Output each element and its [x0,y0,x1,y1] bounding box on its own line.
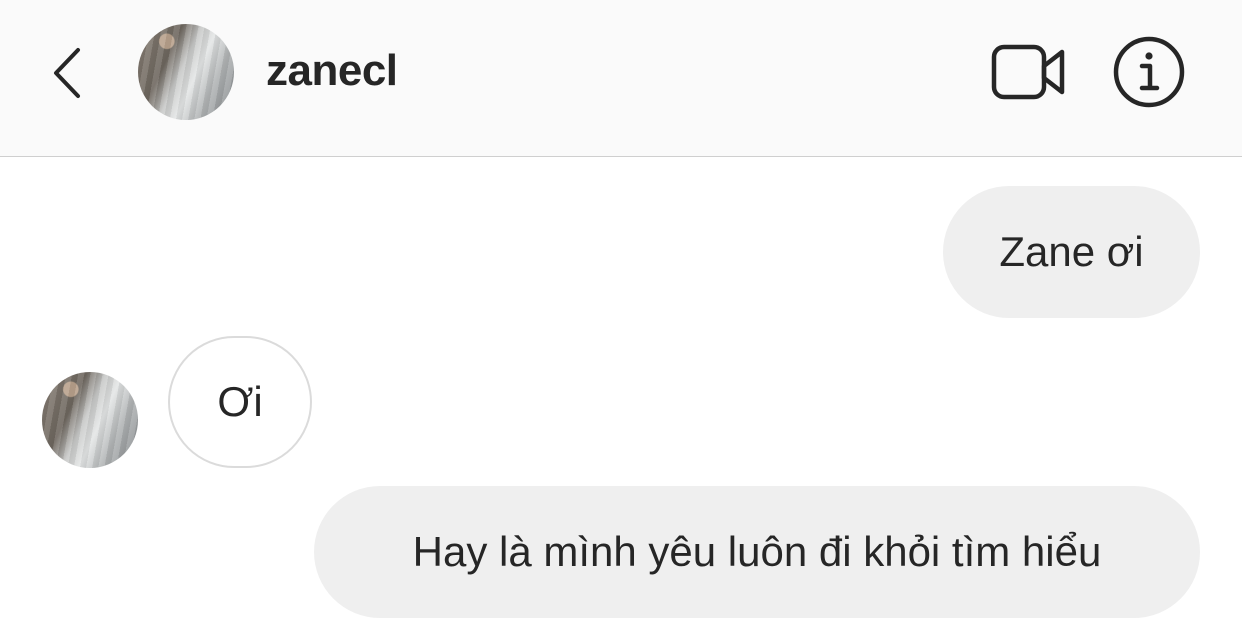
info-icon [1113,36,1185,108]
chevron-left-icon [54,48,80,98]
sender-avatar[interactable] [42,372,138,468]
avatar[interactable] [138,24,234,120]
outgoing-message[interactable]: Zane ơi [943,186,1200,318]
info-button[interactable] [1112,35,1186,109]
outgoing-message[interactable]: Hay là mình yêu luôn đi khỏi tìm hiểu [314,486,1200,618]
video-call-button[interactable] [990,42,1068,102]
message-text: Ơi [217,378,263,425]
chat-header: zanecl [0,0,1242,157]
message-text: Zane ơi [999,228,1144,275]
message-text: Hay là mình yêu luôn đi khỏi tìm hiểu [412,528,1102,575]
incoming-message[interactable]: Ơi [168,336,312,468]
video-camera-icon [991,44,1065,100]
username-title[interactable]: zanecl [266,46,398,96]
back-button[interactable] [44,45,90,101]
